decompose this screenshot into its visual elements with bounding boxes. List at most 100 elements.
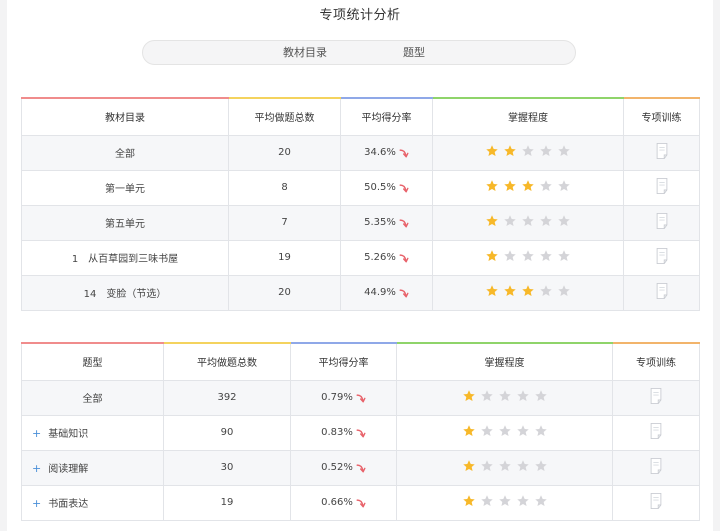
avg-rate-value: 44.9% <box>364 287 396 298</box>
star-icon <box>486 145 498 157</box>
mastery-star-rating <box>485 214 571 228</box>
row-name-cell: 第五单元 <box>21 204 229 241</box>
row-name: 第一单元 <box>105 184 145 195</box>
star-icon <box>504 145 516 157</box>
avg-rate-cell: 0.66% <box>290 484 397 521</box>
training-document-icon[interactable] <box>648 492 664 510</box>
star-icon <box>522 285 534 297</box>
avg-rate: 0.66% <box>321 497 366 508</box>
tab-textbook-catalog[interactable]: 教材目录 <box>283 41 327 64</box>
row-name: 14 变脸（节选） <box>83 289 167 300</box>
star-icon <box>540 285 552 297</box>
mastery-cell <box>432 134 624 171</box>
star-icon <box>516 425 529 437</box>
trend-down-icon <box>356 428 366 437</box>
training-document-icon[interactable] <box>654 282 670 300</box>
training-cell <box>623 239 700 276</box>
star-icon <box>504 250 516 262</box>
expand-icon[interactable]: + <box>32 462 41 475</box>
training-document-icon[interactable] <box>648 387 664 405</box>
training-cell <box>623 169 700 206</box>
trend-down-icon <box>399 253 409 262</box>
row-name-cell: 第一单元 <box>21 169 229 206</box>
row-name: 基础知识 <box>48 429 89 440</box>
star-icon <box>504 180 516 192</box>
question-type-row: 全部 392 0.79% <box>21 379 700 416</box>
star-icon <box>504 285 516 297</box>
star-icon <box>486 215 498 227</box>
avg-count-cell: 30 <box>163 449 291 486</box>
star-icon <box>486 180 498 192</box>
star-icon <box>522 145 534 157</box>
catalog-row: 第五单元 7 5.35% <box>21 204 700 241</box>
mastery-cell <box>432 239 624 276</box>
row-name-cell: + 阅读理解 <box>21 449 164 486</box>
mastery-cell <box>432 274 624 311</box>
star-icon <box>522 250 534 262</box>
row-name: 1 从百草园到三味书屋 <box>71 254 179 265</box>
trend-down-icon <box>399 288 409 297</box>
row-name: 全部 <box>82 394 103 405</box>
textbook-catalog-table: 教材目录 平均做题总数 平均得分率 掌握程度 专项训练 全部 20 34.6% 第一单… <box>21 97 700 311</box>
column-header-mastery: 掌握程度 <box>396 342 613 381</box>
column-header-question-type: 题型 <box>21 342 164 381</box>
expand-icon[interactable]: + <box>32 497 41 510</box>
row-name: 全部 <box>115 149 135 160</box>
mastery-cell <box>432 204 624 241</box>
trend-down-icon <box>399 148 409 157</box>
star-icon <box>480 495 493 507</box>
star-icon <box>516 495 529 507</box>
star-icon <box>486 285 498 297</box>
training-cell <box>623 204 700 241</box>
mastery-star-rating <box>485 284 571 298</box>
catalog-row: 1 从百草园到三味书屋 19 5.26% <box>21 239 700 276</box>
mastery-star-rating <box>485 249 571 263</box>
mastery-cell <box>396 449 613 486</box>
avg-rate-value: 50.5% <box>364 182 396 193</box>
star-icon <box>540 145 552 157</box>
avg-rate: 50.5% <box>364 182 409 193</box>
tab-question-type[interactable]: 题型 <box>403 41 425 64</box>
star-icon <box>504 215 516 227</box>
expand-icon[interactable]: + <box>32 427 41 440</box>
avg-rate-value: 0.66% <box>321 497 353 508</box>
question-type-row: + 基础知识 90 0.83% <box>21 414 700 451</box>
column-header-training: 专项训练 <box>612 342 700 381</box>
catalog-row: 第一单元 8 50.5% <box>21 169 700 206</box>
star-icon <box>534 390 547 402</box>
avg-rate: 34.6% <box>364 147 409 158</box>
catalog-row: 全部 20 34.6% <box>21 134 700 171</box>
column-header-catalog: 教材目录 <box>21 97 229 136</box>
star-icon <box>498 460 511 472</box>
column-header-avg-count: 平均做题总数 <box>163 342 291 381</box>
avg-count-cell: 7 <box>228 204 341 241</box>
row-name: 阅读理解 <box>48 464 89 475</box>
star-icon <box>540 250 552 262</box>
training-document-icon[interactable] <box>654 142 670 160</box>
training-cell <box>612 379 700 416</box>
mastery-star-rating <box>462 424 548 438</box>
question-type-table: 题型 平均做题总数 平均得分率 掌握程度 专项训练 全部 392 0.79% + 基础知… <box>21 342 700 521</box>
training-document-icon[interactable] <box>654 247 670 265</box>
avg-count-cell: 20 <box>228 274 341 311</box>
star-icon <box>558 215 570 227</box>
avg-count-cell: 392 <box>163 379 291 416</box>
star-icon <box>540 215 552 227</box>
avg-rate-cell: 44.9% <box>340 274 433 311</box>
avg-count-cell: 19 <box>228 239 341 276</box>
star-icon <box>522 215 534 227</box>
question-type-row: + 书面表达 19 0.66% <box>21 484 700 521</box>
trend-down-icon <box>399 218 409 227</box>
training-document-icon[interactable] <box>648 422 664 440</box>
avg-rate-value: 0.83% <box>321 427 353 438</box>
mastery-star-rating <box>462 494 548 508</box>
avg-rate-value: 5.35% <box>364 217 396 228</box>
avg-rate: 0.52% <box>321 462 366 473</box>
star-icon <box>534 495 547 507</box>
training-document-icon[interactable] <box>648 457 664 475</box>
training-document-icon[interactable] <box>654 177 670 195</box>
training-document-icon[interactable] <box>654 212 670 230</box>
row-name-cell: 1 从百草园到三味书屋 <box>21 239 229 276</box>
avg-rate-cell: 0.83% <box>290 414 397 451</box>
avg-rate: 0.79% <box>321 392 366 403</box>
